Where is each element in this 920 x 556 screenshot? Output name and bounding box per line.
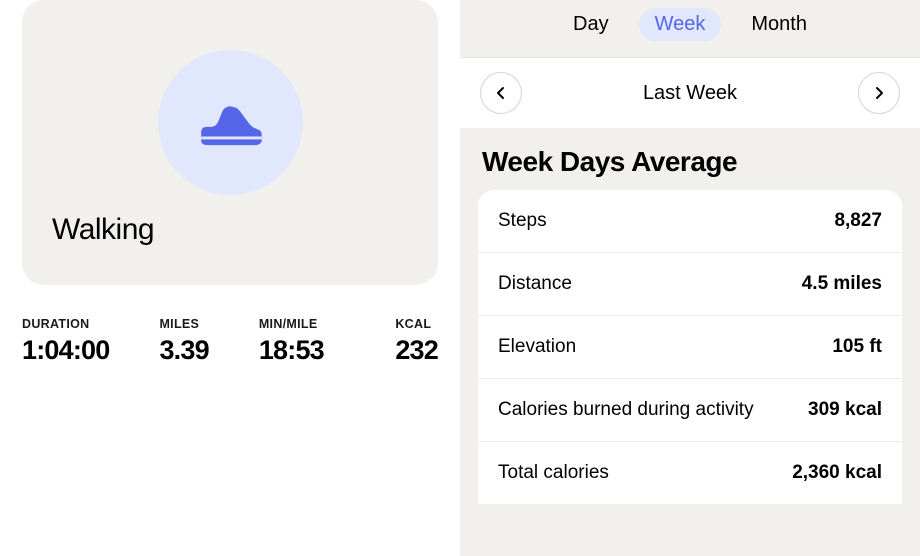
tab-week[interactable]: Week bbox=[639, 8, 722, 41]
stat-value: 8,827 bbox=[834, 210, 882, 232]
summary-title: Week Days Average bbox=[460, 128, 920, 190]
metric-miles: MILES 3.39 bbox=[159, 317, 208, 366]
metric-duration: DURATION 1:04:00 bbox=[22, 317, 109, 366]
metric-value: 1:04:00 bbox=[22, 335, 109, 366]
chevron-right-icon bbox=[874, 86, 884, 100]
metric-pace: MIN/MILE 18:53 bbox=[259, 317, 324, 366]
stat-label: Elevation bbox=[498, 336, 576, 358]
stat-label: Calories burned during activity bbox=[498, 399, 754, 421]
stat-label: Steps bbox=[498, 210, 547, 232]
activity-card: Walking bbox=[22, 0, 438, 285]
stat-label: Distance bbox=[498, 273, 572, 295]
stats-list: Steps 8,827 Distance 4.5 miles Elevation… bbox=[478, 190, 902, 504]
stat-row-activity-calories: Calories burned during activity 309 kcal bbox=[478, 379, 902, 442]
metric-label: MIN/MILE bbox=[259, 317, 324, 331]
stat-row-total-calories: Total calories 2,360 kcal bbox=[478, 442, 902, 504]
stat-value: 4.5 miles bbox=[802, 273, 882, 295]
chevron-left-icon bbox=[496, 86, 506, 100]
tab-day[interactable]: Day bbox=[557, 8, 625, 41]
metric-label: MILES bbox=[159, 317, 208, 331]
tab-month[interactable]: Month bbox=[735, 8, 823, 41]
date-navigation: Last Week bbox=[460, 57, 920, 128]
stat-value: 2,360 kcal bbox=[792, 462, 882, 484]
prev-button[interactable] bbox=[480, 72, 522, 114]
stat-value: 105 ft bbox=[832, 336, 882, 358]
date-range-label: Last Week bbox=[643, 82, 737, 105]
shoe-icon bbox=[197, 98, 263, 148]
metrics-row: DURATION 1:04:00 MILES 3.39 MIN/MILE 18:… bbox=[22, 317, 438, 366]
metric-kcal: KCAL 232 bbox=[395, 317, 438, 366]
activity-title: Walking bbox=[52, 213, 154, 247]
period-tabs: Day Week Month bbox=[460, 0, 920, 57]
stat-row-distance: Distance 4.5 miles bbox=[478, 253, 902, 316]
stat-row-elevation: Elevation 105 ft bbox=[478, 316, 902, 379]
metric-value: 232 bbox=[395, 335, 438, 366]
metric-label: KCAL bbox=[395, 317, 438, 331]
metric-label: DURATION bbox=[22, 317, 109, 331]
stat-label: Total calories bbox=[498, 462, 609, 484]
metric-value: 18:53 bbox=[259, 335, 324, 366]
activity-icon-circle bbox=[158, 50, 303, 195]
next-button[interactable] bbox=[858, 72, 900, 114]
stat-value: 309 kcal bbox=[808, 399, 882, 421]
stat-row-steps: Steps 8,827 bbox=[478, 190, 902, 253]
metric-value: 3.39 bbox=[159, 335, 208, 366]
